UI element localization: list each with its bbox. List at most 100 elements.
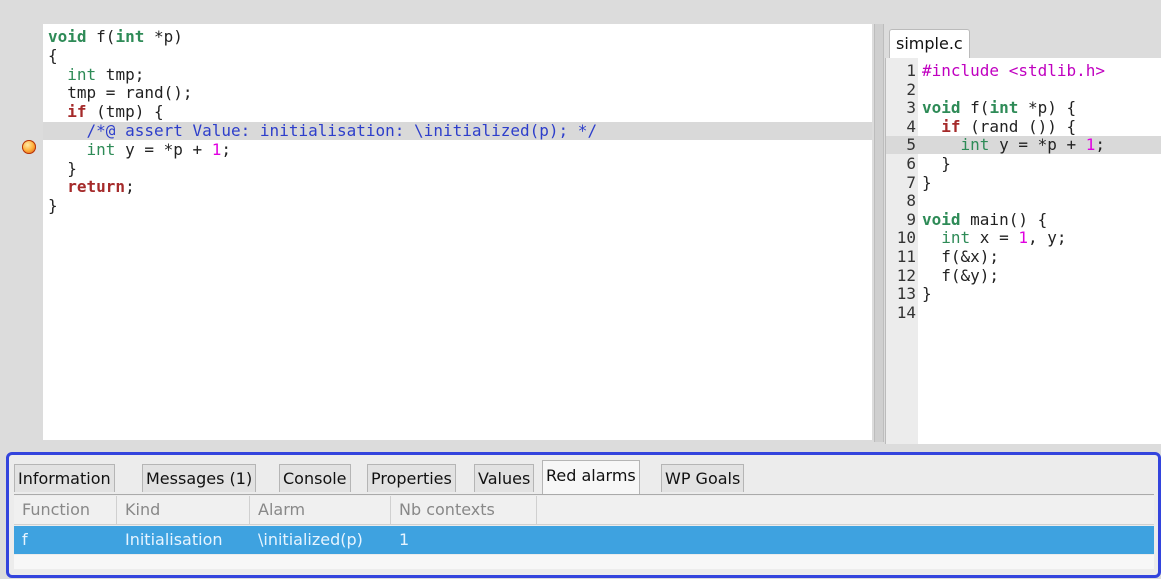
column-header[interactable]: Kind (117, 496, 250, 524)
code-token: y = *p + (989, 135, 1086, 155)
code-line[interactable]: tmp = rand(); (43, 84, 872, 102)
code-line[interactable]: int y = *p + 1; (43, 139, 872, 159)
tab-wp-goals[interactable]: WP Goals (661, 464, 745, 492)
code-token: ; (221, 139, 232, 159)
code-line[interactable]: void f(int *p) (43, 28, 872, 46)
table-cell: Initialisation (125, 530, 223, 549)
code-token: (rand ()) { (960, 116, 1077, 136)
tab-red-alarms[interactable]: Red alarms (542, 460, 640, 494)
code-view[interactable]: void f(int *p){ int tmp; tmp = rand(); i… (43, 24, 872, 440)
code-token: f( (86, 27, 116, 46)
bottom-tabbar: Information Messages (1) Console Properties… (14, 460, 1154, 495)
code-line[interactable]: if (tmp) { (43, 103, 872, 121)
source-code-text: int y = *p + 1; (922, 135, 1106, 155)
code-token: void (48, 27, 87, 46)
source-line[interactable]: 13} (886, 285, 1161, 303)
code-token: ; (125, 177, 135, 197)
tab-messages-1[interactable]: Messages (1) (142, 464, 257, 492)
source-code-text: void f(int *p) { (922, 99, 1076, 117)
code-token: } (922, 154, 951, 173)
line-number: 13 (896, 284, 916, 304)
code-token: void (922, 98, 961, 118)
line-number: 12 (896, 265, 916, 285)
code-token: tmp = rand(); (48, 83, 193, 103)
source-code-text: } (922, 172, 932, 192)
source-line[interactable]: 12 f(&y); (886, 265, 1161, 285)
source-line[interactable]: 3 void f(int *p) { (886, 99, 1161, 117)
code-token: int (115, 27, 145, 46)
code-token: f( (960, 98, 990, 118)
code-line[interactable]: int tmp; (43, 64, 872, 84)
code-token: #include <stdlib.h> (922, 61, 1106, 80)
source-line[interactable]: 4 if (rand ()) { (886, 116, 1161, 136)
code-token: } (48, 158, 77, 178)
source-line[interactable]: 8 (886, 192, 1161, 210)
source-line[interactable]: 10 int x = 1, y; (886, 229, 1161, 247)
source-line[interactable]: 9 void main() { (886, 209, 1161, 229)
code-line[interactable]: { (43, 45, 872, 65)
line-number: 3 (906, 98, 916, 118)
code-token: } (922, 172, 932, 192)
source-line[interactable]: 6 } (886, 155, 1161, 173)
line-number: 10 (896, 228, 916, 248)
line-number: 11 (896, 247, 916, 266)
column-header[interactable]: Alarm (250, 496, 391, 524)
source-code-text: #include <stdlib.h> (922, 62, 1105, 80)
orange-circle-icon[interactable] (22, 140, 36, 154)
code-token: } (48, 196, 58, 216)
source-panel: simple.c 1 #include <stdlib.h> 2 3 void f(in… (885, 24, 1161, 444)
code-token: { (48, 45, 58, 65)
code-line[interactable]: } (43, 158, 872, 178)
source-view[interactable]: 1 #include <stdlib.h> 2 3 void f(int *p) {4 … (885, 58, 1161, 444)
table-empty-area (14, 555, 1154, 569)
code-line-highlighted[interactable]: /*@ assert Value: initialisation: \initi… (43, 122, 872, 140)
code-token: ; (1095, 135, 1106, 155)
code-token: (tmp) { (86, 102, 164, 122)
tab-properties[interactable]: Properties (367, 464, 456, 492)
source-line[interactable]: 5 int y = *p + 1; (886, 135, 1161, 155)
column-header[interactable]: Function (14, 496, 117, 524)
code-token: 1 (211, 139, 222, 159)
tab-console[interactable]: Console (279, 464, 351, 492)
source-line[interactable]: 1 #include <stdlib.h> (886, 62, 1161, 80)
tab-values[interactable]: Values (474, 464, 535, 492)
tab-simple-c[interactable]: simple.c (889, 29, 970, 58)
code-token: int (67, 64, 97, 84)
alarms-table-header: Function Kind Alarm Nb contexts (14, 496, 1154, 525)
pane-splitter[interactable] (874, 24, 884, 442)
source-line[interactable]: 14 (886, 303, 1161, 322)
code-token: 1 (1085, 135, 1096, 155)
code-token: 1 (1018, 228, 1028, 248)
source-code-text: f(&y); (922, 266, 999, 285)
line-number: 6 (906, 154, 916, 173)
tab-information[interactable]: Information (14, 464, 115, 492)
code-token: int (960, 135, 990, 155)
line-number: 5 (906, 135, 916, 155)
line-number: 1 (906, 61, 916, 80)
source-line[interactable]: 2 (886, 79, 1161, 99)
source-code-text: } (922, 155, 951, 173)
line-number: 7 (906, 172, 916, 192)
code-token: } (922, 284, 932, 304)
code-token: x = (970, 228, 1019, 248)
table-row[interactable]: f Initialisation \initialized(p) 1 (14, 526, 1154, 554)
code-line[interactable]: return; (43, 178, 872, 196)
code-token: , y; (1027, 228, 1067, 248)
column-header[interactable]: Nb contexts (391, 496, 537, 524)
source-code-text: int x = 1, y; (922, 228, 1067, 248)
code-line[interactable]: } (43, 197, 872, 215)
code-token: if (941, 116, 961, 136)
code-token: void (922, 209, 961, 229)
code-token: *p) (144, 27, 183, 46)
source-code-text: } (922, 285, 932, 303)
code-token: /*@ assert Value: initialisation: \initi… (48, 121, 598, 140)
line-number: 2 (906, 79, 916, 99)
source-line[interactable]: 11 f(&x); (886, 248, 1161, 266)
source-code-text: if (rand ()) { (922, 116, 1077, 136)
source-line[interactable]: 7} (886, 172, 1161, 192)
table-cell: f (22, 530, 28, 549)
